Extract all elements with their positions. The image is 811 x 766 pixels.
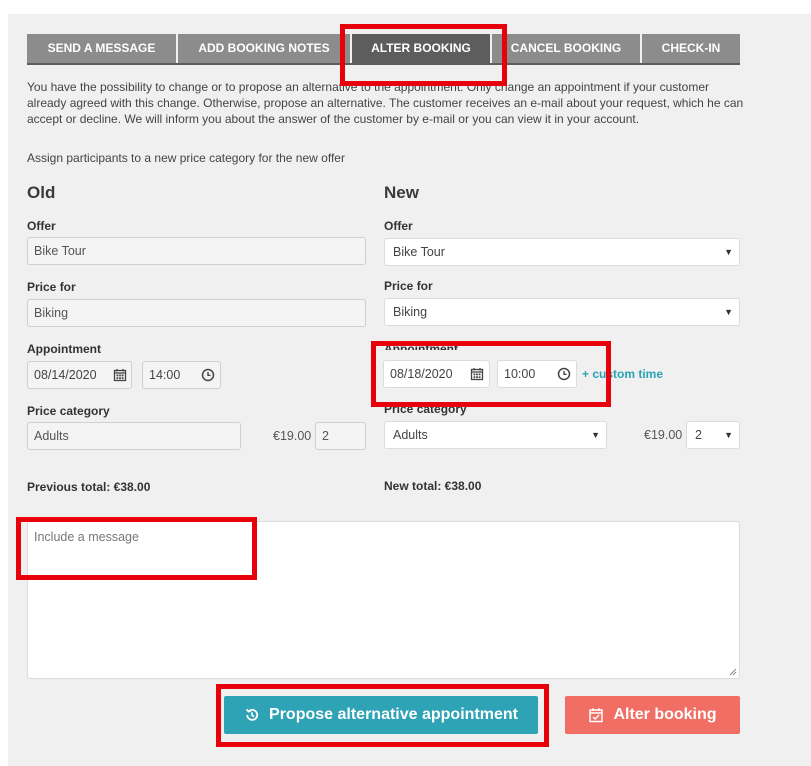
old-date-field: 08/14/2020 — [27, 361, 132, 389]
new-price-category-label: Price category — [384, 402, 467, 416]
new-price-for-label: Price for — [384, 279, 433, 293]
tab-add-booking-notes[interactable]: ADD BOOKING NOTES — [178, 34, 352, 63]
alter-booking-label: Alter booking — [613, 706, 717, 723]
tab-underline — [27, 63, 740, 65]
new-price-for-select[interactable]: Biking ▼ — [384, 298, 740, 326]
new-time-value: 10:00 — [504, 367, 536, 381]
old-price: €19.00 — [273, 429, 312, 443]
tab-send-message[interactable]: SEND A MESSAGE — [27, 34, 178, 63]
propose-alternative-button[interactable]: Propose alternative appointment — [224, 696, 538, 734]
old-price-category-field: Adults — [27, 422, 241, 450]
alter-booking-button[interactable]: Alter booking — [565, 696, 740, 734]
intro-text: You have the possibility to change or to… — [27, 80, 744, 126]
old-date-value: 08/14/2020 — [34, 368, 97, 382]
new-quantity-value: 2 — [695, 428, 702, 442]
new-title: New — [384, 183, 419, 202]
new-total: New total: €38.00 — [384, 479, 482, 493]
history-icon — [245, 708, 259, 721]
calendar-icon[interactable] — [470, 367, 484, 381]
old-offer-label: Offer — [27, 219, 56, 233]
old-appointment-label: Appointment — [27, 342, 101, 356]
new-quantity-select[interactable]: 2 ▼ — [686, 421, 740, 449]
new-offer-value: Bike Tour — [393, 245, 445, 259]
old-price-for-label: Price for — [27, 280, 76, 294]
propose-alternative-label: Propose alternative appointment — [269, 706, 518, 723]
old-quantity-field: 2 — [315, 422, 366, 450]
calendar-icon — [113, 369, 127, 382]
new-date-input[interactable]: 08/18/2020 — [383, 360, 490, 388]
new-price-category-value: Adults — [393, 428, 428, 442]
new-offer-select[interactable]: Bike Tour ▼ — [384, 238, 740, 266]
old-time-field: 14:00 — [142, 361, 221, 389]
old-title: Old — [27, 183, 56, 202]
tab-check-in[interactable]: CHECK-IN — [642, 34, 740, 63]
new-time-input[interactable]: 10:00 — [497, 360, 577, 388]
new-price: €19.00 — [644, 428, 683, 442]
chevron-down-icon: ▼ — [724, 430, 733, 440]
new-date-value: 08/18/2020 — [390, 367, 453, 381]
resize-handle-icon[interactable] — [729, 668, 737, 676]
tab-bar: SEND A MESSAGE ADD BOOKING NOTES ALTER B… — [27, 34, 740, 63]
new-price-category-select[interactable]: Adults ▼ — [384, 421, 607, 449]
old-total: Previous total: €38.00 — [27, 480, 151, 494]
chevron-down-icon: ▼ — [724, 247, 733, 257]
tab-alter-booking[interactable]: ALTER BOOKING — [352, 34, 492, 63]
tab-cancel-booking[interactable]: CANCEL BOOKING — [492, 34, 642, 63]
assign-text: Assign participants to a new price categ… — [27, 151, 345, 165]
old-offer-field: Bike Tour — [27, 237, 366, 265]
clock-icon — [201, 368, 215, 382]
message-textarea[interactable]: Include a message — [27, 521, 740, 679]
old-time-value: 14:00 — [149, 368, 181, 382]
chevron-down-icon: ▼ — [591, 430, 600, 440]
old-price-for-field: Biking — [27, 299, 366, 327]
message-placeholder: Include a message — [34, 530, 139, 544]
new-offer-label: Offer — [384, 219, 413, 233]
calendar-check-icon — [589, 708, 604, 723]
new-price-for-value: Biking — [393, 305, 428, 319]
custom-time-link[interactable]: + custom time — [582, 367, 663, 381]
clock-icon[interactable] — [557, 367, 571, 381]
old-price-category-label: Price category — [27, 404, 110, 418]
chevron-down-icon: ▼ — [724, 307, 733, 317]
